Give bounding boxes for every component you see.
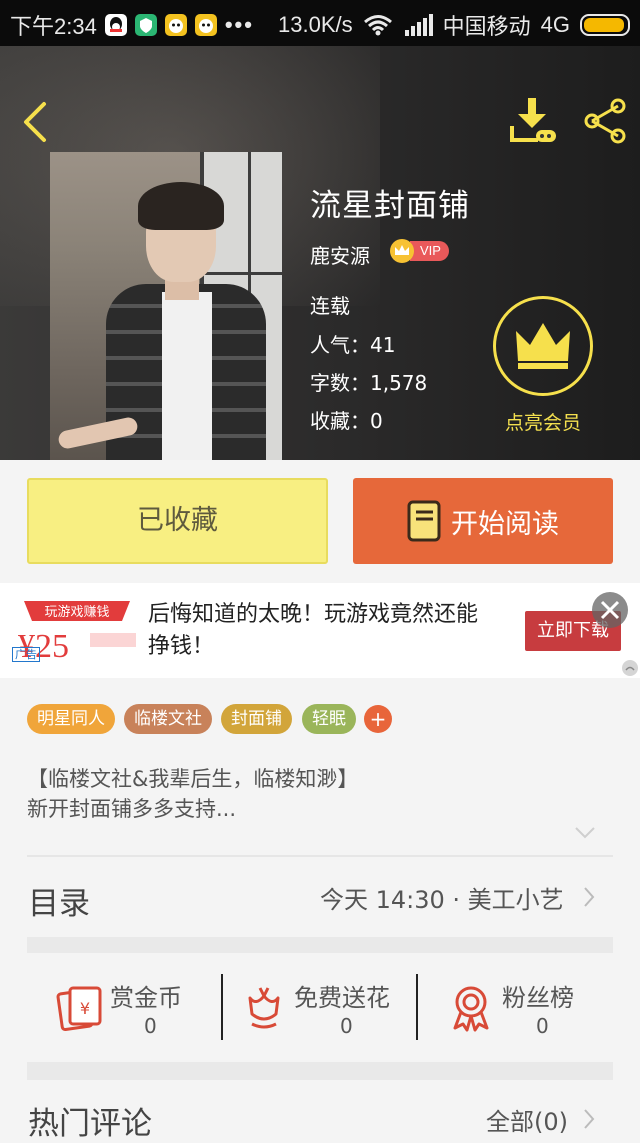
- stat-label[interactable]: 粉丝榜: [502, 978, 574, 1013]
- catalog-update[interactable]: 今天 14:30 · 美工小艺: [320, 880, 564, 915]
- book-favorites: 收藏：0: [310, 409, 383, 433]
- shield-app-icon: [134, 14, 157, 36]
- stat-label[interactable]: 赏金币: [110, 978, 182, 1013]
- start-reading-label: 开始阅读: [451, 508, 559, 540]
- stat-divider: [221, 974, 223, 1040]
- book-cover-image[interactable]: [50, 152, 282, 460]
- vip-label: VIP: [410, 241, 449, 261]
- tag-chip[interactable]: 临楼文社: [124, 704, 212, 734]
- flower-icon[interactable]: [240, 984, 288, 1032]
- cartoon-app-icon-2: [194, 14, 217, 36]
- hot-comments-title: 热门评论: [28, 1106, 152, 1142]
- stat-value: 0: [536, 1014, 549, 1038]
- status-bar: 下午2:34 ••• 13.0K/s 中国移动 4G: [0, 0, 640, 46]
- chevron-right-icon[interactable]: [583, 886, 595, 908]
- ad-image-caption: 玩游戏赚钱: [44, 604, 109, 620]
- book-word-count: 字数：1,578: [310, 371, 428, 395]
- catalog-title[interactable]: 目录: [28, 878, 90, 923]
- back-arrow-icon[interactable]: [18, 100, 52, 144]
- stat-label[interactable]: 免费送花: [294, 978, 390, 1013]
- vip-badge: VIP: [390, 238, 449, 264]
- red-envelope-icon[interactable]: ¥: [56, 984, 104, 1032]
- stat-divider: [416, 974, 418, 1040]
- start-reading-button[interactable]: 开始阅读: [353, 478, 613, 564]
- chevron-right-icon[interactable]: [583, 1108, 595, 1130]
- add-tag-button[interactable]: +: [364, 705, 392, 733]
- crown-icon: [516, 323, 570, 369]
- all-comments-link[interactable]: 全部(0): [486, 1102, 568, 1137]
- share-icon[interactable]: [582, 96, 628, 146]
- chevron-down-icon[interactable]: [574, 826, 596, 840]
- ad-text[interactable]: 后悔知道的太晚！玩游戏竟然还能挣钱！: [148, 599, 493, 663]
- book-description[interactable]: 【临楼文社&我辈后生，临楼知渺】 新开封面铺多多支持...: [27, 764, 617, 824]
- tag-chip[interactable]: 明星同人: [27, 704, 115, 734]
- ad-info-icon[interactable]: [622, 660, 638, 676]
- collected-button[interactable]: 已收藏: [27, 478, 328, 564]
- book-title: 流星封面铺: [310, 188, 470, 224]
- network-type: 4G: [540, 12, 570, 37]
- section-separator: [27, 1062, 613, 1080]
- wifi-icon: [363, 15, 392, 36]
- description-line: 新开封面铺多多支持...: [27, 797, 237, 821]
- qq-icon: [104, 14, 127, 36]
- carrier-name: 中国移动: [442, 14, 531, 39]
- member-label[interactable]: 点亮会员: [478, 408, 608, 435]
- book-header: 流星封面铺 鹿安源 VIP 连载 人气：41 字数：1,578 收藏：0 点亮会…: [0, 46, 640, 460]
- ad-banner[interactable]: 玩游戏赚钱 ¥25 广告 后悔知道的太晚！玩游戏竟然还能挣钱！ 立即下载: [0, 583, 640, 678]
- ad-close-icon[interactable]: [592, 592, 628, 628]
- network-speed: 13.0K/s: [278, 12, 353, 37]
- svg-text:¥: ¥: [80, 999, 90, 1018]
- more-notifications: •••: [224, 12, 254, 37]
- crown-icon: [390, 239, 414, 263]
- ribbon-medal-icon[interactable]: [447, 984, 495, 1032]
- tag-chip[interactable]: 轻眠: [302, 704, 356, 734]
- book-status: 连载: [310, 294, 350, 318]
- section-separator: [27, 937, 613, 953]
- stat-value: 0: [340, 1014, 353, 1038]
- battery-icon: [580, 14, 630, 36]
- stat-value: 0: [144, 1014, 157, 1038]
- divider: [27, 855, 613, 857]
- book-author[interactable]: 鹿安源: [310, 240, 370, 269]
- cartoon-app-icon: [164, 14, 187, 36]
- member-button[interactable]: [493, 296, 593, 396]
- description-line: 【临楼文社&我辈后生，临楼知渺】: [27, 767, 359, 791]
- book-popularity: 人气：41: [310, 333, 396, 357]
- status-time: 下午2:34: [10, 14, 97, 39]
- ad-label: 广告: [12, 647, 40, 662]
- download-icon[interactable]: [508, 96, 558, 146]
- tag-chip[interactable]: 封面铺: [221, 704, 292, 734]
- book-icon: [407, 500, 441, 542]
- signal-icon: [404, 14, 433, 36]
